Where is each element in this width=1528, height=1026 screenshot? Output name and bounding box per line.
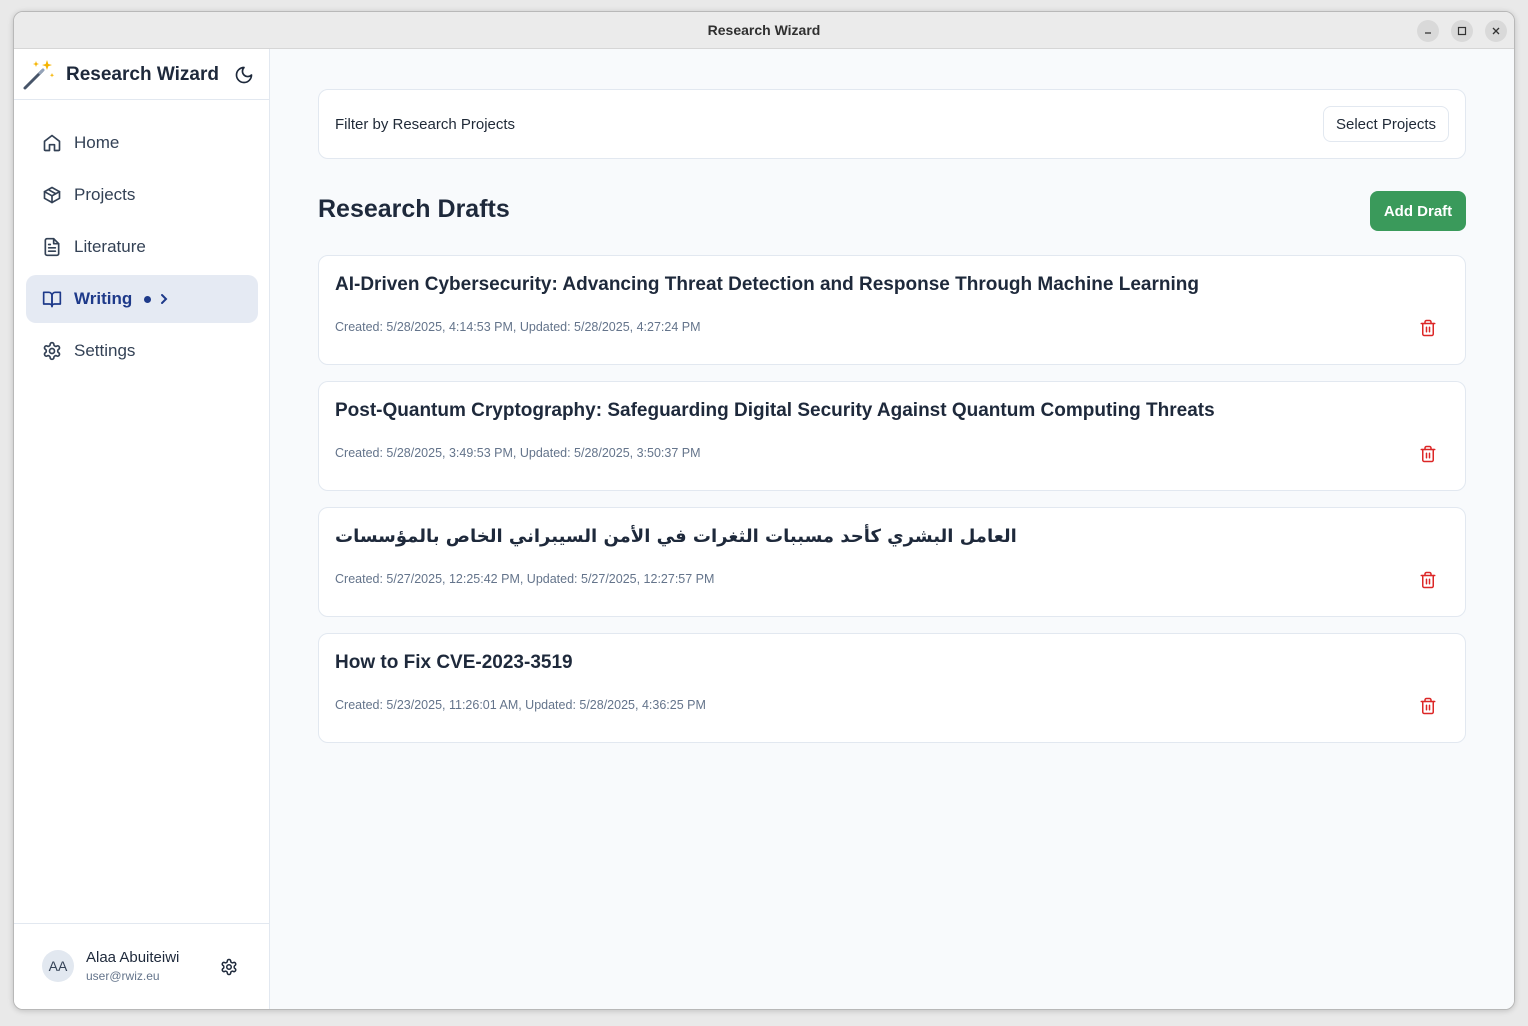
main-content: Filter by Research Projects Select Proje… [270,49,1514,1009]
sidebar-item-label: Settings [74,341,136,360]
file-text-icon [44,237,60,257]
filter-label: Filter by Research Projects [335,116,516,133]
sidebar-item-label: Projects [74,185,136,204]
avatar[interactable]: AA [42,950,74,982]
draft-card[interactable]: Post-Quantum Cryptography: Safeguarding … [318,381,1466,491]
user-settings-gear-icon[interactable] [220,958,238,976]
sidebar-item-projects[interactable]: Projects [26,171,258,219]
sidebar-item-writing[interactable]: Writing [26,275,258,323]
sidebar-nav: Home Projects Literature Writing Setting… [26,119,258,379]
sidebar-item-literature[interactable]: Literature [26,223,258,271]
active-indicator-dot [144,295,152,303]
minimize-icon [1425,32,1431,34]
maximize-button[interactable] [1451,20,1473,42]
draft-title[interactable]: Post-Quantum Cryptography: Safeguarding … [335,400,1215,422]
title-bar: Research Wizard [14,12,1514,49]
trash-icon[interactable] [1419,319,1437,337]
draft-timestamps: Created: 5/27/2025, 12:25:42 PM, Updated… [335,572,715,586]
sidebar: Research Wizard Home Projects Literature… [14,49,270,1009]
user-panel: AA Alaa Abuiteiwi user@rwiz.eu [14,923,269,1009]
gear-icon [43,341,61,361]
app-name: Research Wizard [66,64,219,85]
sidebar-item-settings[interactable]: Settings [26,327,258,375]
sidebar-item-label: Literature [74,237,146,256]
moon-icon[interactable] [234,65,254,85]
sidebar-item-label: Writing [74,289,133,308]
draft-timestamps: Created: 5/28/2025, 3:49:53 PM, Updated:… [335,446,701,460]
brand-header: Research Wizard [14,49,269,100]
sidebar-item-home[interactable]: Home [26,119,258,167]
select-projects-button[interactable]: Select Projects [1323,106,1449,142]
trash-icon[interactable] [1419,697,1437,715]
chevron-right-icon [161,294,168,304]
minimize-button[interactable] [1417,20,1439,42]
app-window: Research Wizard Research Wizard Home Pro… [13,11,1515,1010]
maximize-icon [1457,26,1467,36]
draft-timestamps: Created: 5/23/2025, 11:26:01 AM, Updated… [335,698,706,712]
package-icon [43,186,61,204]
close-icon [1492,27,1500,35]
draft-timestamps: Created: 5/28/2025, 4:14:53 PM, Updated:… [335,320,701,334]
draft-card[interactable]: AI-Driven Cybersecurity: Advancing Threa… [318,255,1466,365]
magic-wand-icon [23,60,55,90]
draft-title[interactable]: How to Fix CVE-2023-3519 [335,652,573,674]
home-icon [43,134,61,152]
user-name: Alaa Abuiteiwi [86,949,180,966]
sidebar-item-label: Home [74,133,120,152]
window-title: Research Wizard [707,22,821,38]
drafts-list: AI-Driven Cybersecurity: Advancing Threa… [318,255,1466,759]
project-filter-card: Filter by Research Projects Select Proje… [318,89,1466,159]
user-email: user@rwiz.eu [86,969,160,983]
trash-icon[interactable] [1419,571,1437,589]
draft-title[interactable]: العامل البشري كأحد مسببات الثغرات في الأ… [335,526,1017,547]
draft-card[interactable]: How to Fix CVE-2023-3519 Created: 5/23/2… [318,633,1466,743]
close-button[interactable] [1485,20,1507,42]
book-open-icon [42,291,62,308]
draft-card[interactable]: العامل البشري كأحد مسببات الثغرات في الأ… [318,507,1466,617]
add-draft-button[interactable]: Add Draft [1370,191,1466,231]
trash-icon[interactable] [1419,445,1437,463]
page-title: Research Drafts [318,195,510,223]
draft-title[interactable]: AI-Driven Cybersecurity: Advancing Threa… [335,274,1199,296]
